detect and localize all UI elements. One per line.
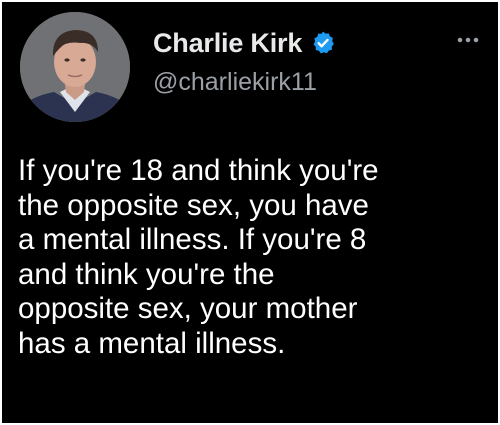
verified-badge-icon bbox=[310, 30, 336, 56]
avatar-photo bbox=[20, 12, 130, 122]
author-name-row: Charlie Kirk bbox=[153, 26, 336, 60]
avatar[interactable] bbox=[20, 12, 130, 122]
more-options-icon[interactable] bbox=[454, 30, 482, 50]
tweet-text: If you're 18 and think you're the opposi… bbox=[18, 154, 379, 360]
author-display-name[interactable]: Charlie Kirk bbox=[153, 28, 302, 59]
author-handle[interactable]: @charliekirk11 bbox=[153, 68, 317, 97]
tweet-card: Charlie Kirk @charliekirk11 If you're 18… bbox=[0, 0, 500, 425]
